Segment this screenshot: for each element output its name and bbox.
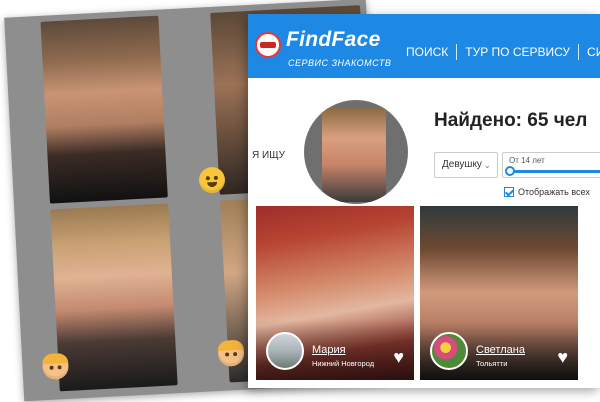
profile-name[interactable]: Мария — [312, 344, 346, 356]
search-photo[interactable] — [304, 100, 408, 204]
age-slider-track[interactable] — [509, 170, 600, 173]
age-range-filter: От 14 лет — [502, 152, 600, 178]
search-page: Я ИЩУ Найдено: 65 чел Девушку ⌄ От 14 ле… — [248, 78, 600, 388]
nav-divider — [578, 44, 580, 60]
chevron-down-icon: ⌄ — [483, 160, 491, 170]
top-bar: FindFace СЕРВИС ЗНАКОМСТВ ПОИСК ТУР ПО С… — [248, 14, 600, 78]
nav-divider — [456, 44, 458, 60]
face-photo-bottom-left — [50, 203, 178, 392]
result-card[interactable]: Мария Нижний Новгород ♥ — [256, 206, 414, 380]
nav-item-tour[interactable]: ТУР ПО СЕРВИСУ — [465, 45, 570, 59]
face-photo-top-left — [40, 15, 168, 204]
show-all-option[interactable]: Отображать всех — [504, 187, 590, 197]
age-label: От 14 лет — [509, 156, 545, 165]
brand-subtitle: СЕРВИС ЗНАКОМСТВ — [288, 58, 392, 68]
logo-icon[interactable] — [255, 32, 281, 58]
screenshot-stage: FindFace СЕРВИС ЗНАКОМСТВ ПОИСК ТУР ПО С… — [0, 0, 600, 402]
brand-name[interactable]: FindFace — [286, 28, 381, 52]
profile-city: Тольятти — [476, 359, 508, 368]
result-card[interactable]: Светлана Тольятти ♥ — [420, 206, 578, 380]
main-nav: ПОИСК ТУР ПО СЕРВИСУ СИ — [406, 44, 600, 60]
profile-avatar[interactable] — [266, 332, 304, 370]
search-face — [322, 108, 386, 202]
show-all-label: Отображать всех — [518, 187, 590, 197]
seek-label: Я ИЩУ — [252, 150, 285, 161]
profile-city: Нижний Новгород — [312, 359, 375, 368]
gender-select[interactable]: Девушку ⌄ — [434, 152, 498, 178]
nav-item-cut[interactable]: СИ — [587, 45, 600, 59]
nav-item-search[interactable]: ПОИСК — [406, 45, 448, 59]
gender-value: Девушку — [442, 159, 482, 170]
findface-window: FindFace СЕРВИС ЗНАКОМСТВ ПОИСК ТУР ПО С… — [248, 14, 600, 388]
profile-avatar[interactable] — [430, 332, 468, 370]
age-slider-handle[interactable] — [505, 166, 515, 176]
profile-name[interactable]: Светлана — [476, 344, 525, 356]
results-count: Найдено: 65 чел — [434, 110, 588, 131]
heart-icon[interactable]: ♥ — [393, 348, 404, 366]
checkbox-icon[interactable] — [504, 187, 514, 197]
heart-icon[interactable]: ♥ — [557, 348, 568, 366]
